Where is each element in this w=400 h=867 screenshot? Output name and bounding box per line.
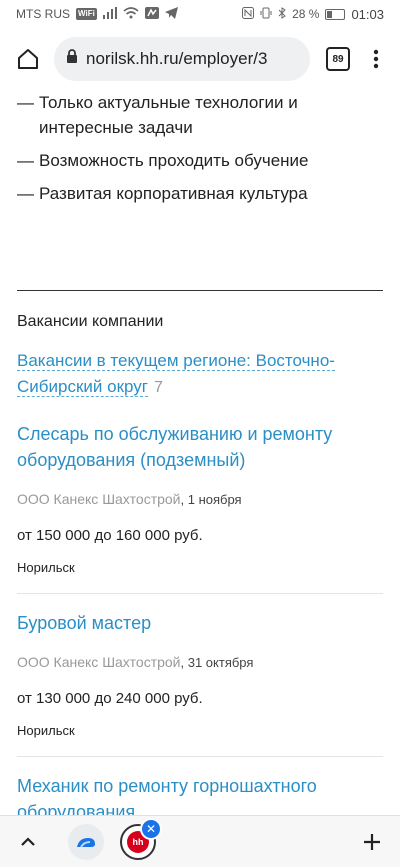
status-bar-left: MTS RUS WiFi xyxy=(16,6,178,22)
home-button[interactable] xyxy=(8,39,48,79)
telegram-icon xyxy=(164,6,178,22)
carrier-label: MTS RUS xyxy=(16,7,70,21)
vacancy-company-link[interactable]: ООО Канекс Шахтострой xyxy=(17,491,181,507)
vacancy-salary: от 130 000 до 240 000 руб. xyxy=(17,690,203,707)
wifi-badge: WiFi xyxy=(76,8,97,20)
expand-button[interactable] xyxy=(12,826,44,858)
app-notification-icon xyxy=(144,6,159,22)
vacancy-company-link[interactable]: ООО Канекс Шахтострой xyxy=(17,654,181,670)
overflow-menu-button[interactable] xyxy=(360,37,392,81)
bullet-dash: — xyxy=(17,93,34,112)
tab-thumbnail[interactable] xyxy=(68,823,104,860)
chevron-up-icon xyxy=(21,836,35,846)
tab-count: 89 xyxy=(326,47,350,71)
browser-toolbar: norilsk.hh.ru/employer/3 89 xyxy=(0,28,400,90)
signal-icon xyxy=(102,6,117,22)
section-divider xyxy=(17,290,383,291)
vacancy-salary: от 150 000 до 160 000 руб. xyxy=(17,527,203,544)
region-vacancies-link[interactable]: Вакансии в текущем регионе: Восточно-Сиб… xyxy=(17,351,335,397)
status-bar: MTS RUS WiFi 28 % 01:03 xyxy=(0,0,400,28)
vacancy-list: Слесарь по обслуживанию и ремонту оборуд… xyxy=(17,405,383,815)
vacancy-item: Буровой мастер ООО Канекс Шахтострой, 31… xyxy=(17,594,383,757)
region-vacancies: Вакансии в текущем регионе: Восточно-Сиб… xyxy=(17,349,383,401)
vibrate-icon xyxy=(260,7,272,22)
list-item: — Возможность проходить обучение xyxy=(17,148,383,173)
home-icon xyxy=(18,49,38,69)
wifi-icon xyxy=(123,6,139,22)
benefit-text: Только актуальные технологии и интересны… xyxy=(39,93,298,137)
tab-switcher-button[interactable]: 89 xyxy=(316,37,360,81)
clock: 01:03 xyxy=(351,6,384,22)
vacancy-item: Слесарь по обслуживанию и ремонту оборуд… xyxy=(17,405,383,594)
address-bar[interactable]: norilsk.hh.ru/employer/3 xyxy=(54,37,310,81)
page-content: — Только актуальные технологии и интерес… xyxy=(0,90,400,815)
bullet-dash: — xyxy=(17,151,34,170)
battery-icon xyxy=(325,8,346,20)
battery-percent: 28 % xyxy=(292,7,320,21)
benefits-list: — Только актуальные технологии и интерес… xyxy=(17,90,383,206)
list-item: — Только актуальные технологии и интерес… xyxy=(17,90,383,140)
vacancy-city: Норильск xyxy=(17,560,75,575)
benefit-text: Развитая корпоративная культура xyxy=(39,184,308,203)
more-vert-icon xyxy=(373,49,379,69)
bullet-dash: — xyxy=(17,184,34,203)
benefit-text: Возможность проходить обучение xyxy=(39,151,309,170)
new-tab-button[interactable] xyxy=(356,826,388,858)
plus-icon xyxy=(364,833,380,850)
list-item: — Развитая корпоративная культура xyxy=(17,181,383,206)
vacancy-item: Механик по ремонту горношахтного оборудо… xyxy=(17,757,383,815)
nfc-icon xyxy=(242,6,255,22)
weather-icon xyxy=(77,837,95,848)
vacancy-city: Норильск xyxy=(17,723,75,738)
url-text: norilsk.hh.ru/employer/3 xyxy=(86,49,268,68)
status-bar-right: 28 % 01:03 xyxy=(242,6,384,22)
vacancy-title-link[interactable]: Механик по ремонту горношахтного оборудо… xyxy=(17,773,383,815)
vacancy-date: , 1 ноября xyxy=(180,492,242,507)
vacancy-title-link[interactable]: Слесарь по обслуживанию и ремонту оборуд… xyxy=(17,421,383,473)
active-tab-thumbnail[interactable]: hh ✕ xyxy=(120,817,162,860)
vacancy-title-link[interactable]: Буровой мастер xyxy=(17,610,383,636)
close-tab-button[interactable]: ✕ xyxy=(140,817,162,840)
region-vacancies-count: 7 xyxy=(153,379,163,396)
bluetooth-icon xyxy=(278,6,286,22)
section-title: Вакансии компании xyxy=(17,313,164,330)
lock-icon xyxy=(66,49,78,69)
vacancy-date: , 31 октября xyxy=(180,655,254,670)
bottom-toolbar: hh ✕ xyxy=(0,815,400,867)
